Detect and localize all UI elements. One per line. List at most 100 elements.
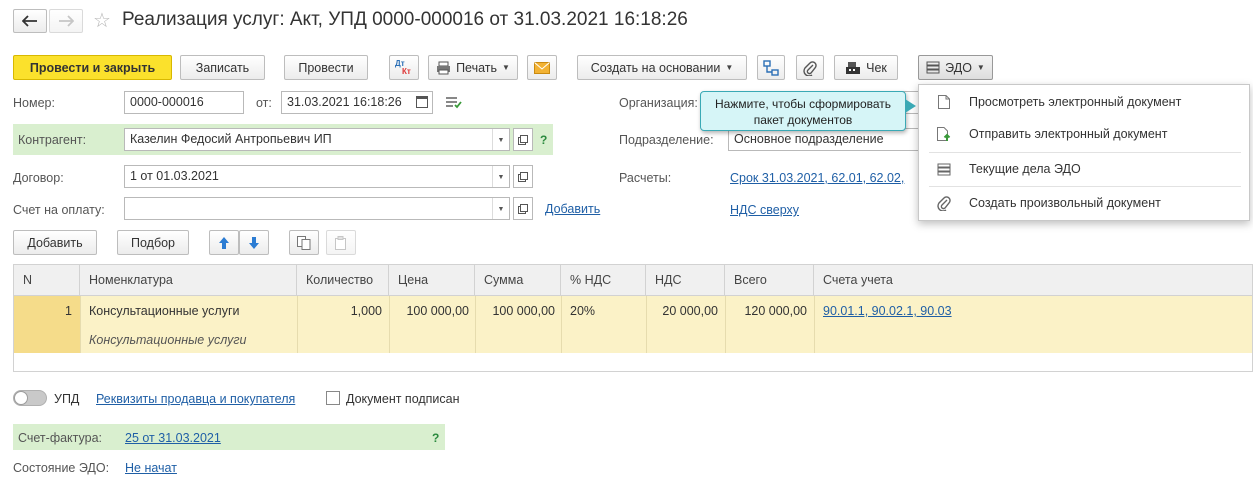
copy-icon	[297, 235, 311, 250]
add-invoice-link[interactable]: Добавить	[545, 202, 600, 216]
paste-icon	[335, 235, 346, 250]
back-button[interactable]	[13, 9, 47, 33]
requisites-link[interactable]: Реквизиты продавца и покупателя	[96, 392, 295, 406]
invoice-label: Счет-фактура:	[18, 431, 103, 445]
help-icon[interactable]: ?	[540, 133, 547, 147]
printer-icon	[437, 61, 451, 74]
attach-button[interactable]	[796, 55, 824, 80]
settlements-label: Расчеты:	[619, 171, 672, 185]
subdivision-field[interactable]: Основное подразделение	[728, 128, 918, 151]
paperclip-icon	[803, 60, 817, 76]
column-header[interactable]: Сумма	[475, 265, 561, 295]
upd-toggle[interactable]	[13, 390, 47, 406]
menu-item-send-document[interactable]: Отправить электронный документ	[919, 117, 1249, 151]
tooltip-line-2: пакет документов	[753, 113, 853, 127]
paperclip-icon	[937, 196, 951, 211]
column-header[interactable]: Всего	[725, 265, 814, 295]
total-cell[interactable]: 120 000,00	[725, 304, 807, 318]
document-signed-checkbox[interactable]	[326, 391, 340, 405]
selection-button[interactable]: Подбор	[117, 230, 189, 255]
email-button[interactable]	[527, 55, 557, 80]
chevron-down-icon[interactable]: ▼	[492, 166, 509, 187]
menu-item-view-document[interactable]: Просмотреть электронный документ	[919, 85, 1249, 119]
counterparty-label: Контрагент:	[18, 133, 87, 147]
vat-link[interactable]: НДС сверху	[730, 203, 799, 217]
help-icon[interactable]: ?	[432, 431, 439, 445]
column-header[interactable]: % НДС	[561, 265, 646, 295]
menu-item-edo-tasks[interactable]: Текущие дела ЭДО	[919, 152, 1249, 186]
dt-kt-button[interactable]: Дт Кт	[389, 55, 419, 80]
print-button[interactable]: Печать ▼	[428, 55, 518, 80]
invoice-link[interactable]: 25 от 31.03.2021	[125, 431, 221, 445]
contract-field[interactable]: 1 от 01.03.2021 ▼	[124, 165, 510, 188]
invoice-for-payment-label: Счет на оплату:	[13, 203, 105, 217]
document-signed-label: Документ подписан	[346, 392, 460, 406]
sum-cell[interactable]: 100 000,00	[475, 304, 555, 318]
column-header[interactable]: Цена	[389, 265, 475, 295]
vat-cell[interactable]: 20 000,00	[646, 304, 718, 318]
item-description[interactable]: Консультационные услуги	[89, 333, 246, 347]
number-label: Номер:	[13, 96, 55, 110]
accounts-link[interactable]: 90.01.1, 90.02.1, 90.03	[823, 304, 952, 318]
edo-state-label: Состояние ЭДО:	[13, 461, 110, 475]
contract-open-button[interactable]	[513, 165, 533, 188]
tooltip: Нажмите, чтобы сформировать пакет докуме…	[700, 91, 906, 131]
favorite-star-icon[interactable]: ☆	[93, 8, 111, 33]
post-and-close-button[interactable]: Провести и закрыть	[13, 55, 172, 80]
post-button[interactable]: Провести	[284, 55, 368, 80]
price-cell[interactable]: 100 000,00	[389, 304, 469, 318]
counterparty-open-button[interactable]	[513, 128, 533, 151]
save-button[interactable]: Записать	[180, 55, 265, 80]
cash-register-icon	[846, 61, 861, 74]
add-row-button[interactable]: Добавить	[13, 230, 97, 255]
list-status-icon[interactable]	[446, 96, 462, 112]
create-based-on-button[interactable]: Создать на основании ▼	[577, 55, 747, 80]
table-header: N Номенклатура Количество Цена Сумма % Н…	[13, 264, 1253, 296]
chevron-down-icon[interactable]: ▼	[492, 198, 509, 219]
edo-dropdown-menu: Просмотреть электронный документ Отправи…	[918, 84, 1250, 221]
chevron-down-icon[interactable]: ▼	[492, 129, 509, 150]
quantity-cell[interactable]: 1,000	[297, 304, 382, 318]
structure-button[interactable]	[757, 55, 785, 80]
contract-label: Договор:	[13, 171, 64, 185]
page-title: Реализация услуг: Акт, УПД 0000-000016 о…	[122, 9, 688, 30]
send-document-icon	[937, 126, 951, 141]
hierarchy-icon	[763, 59, 779, 76]
tooltip-line-1: Нажмите, чтобы сформировать	[714, 97, 892, 111]
settlements-link[interactable]: Срок 31.03.2021, 62.01, 62.02,	[730, 171, 904, 185]
copy-button[interactable]	[289, 230, 319, 255]
table-row[interactable]: 1 Консультационные услуги Консультационн…	[13, 296, 1253, 353]
edo-button[interactable]: ЭДО ▼	[918, 55, 993, 80]
calendar-icon[interactable]	[416, 96, 428, 108]
envelope-icon	[534, 61, 550, 74]
column-header[interactable]: N	[14, 265, 80, 295]
column-header[interactable]: Количество	[297, 265, 389, 295]
arrow-down-icon	[249, 236, 259, 249]
paste-button[interactable]	[326, 230, 356, 255]
counterparty-field[interactable]: Казелин Федосий Антропьевич ИП ▼	[124, 128, 510, 151]
tooltip-arrow	[905, 99, 916, 113]
chevron-down-icon: ▼	[502, 63, 510, 72]
menu-item-create-document[interactable]: Создать произвольный документ	[919, 186, 1249, 220]
number-field[interactable]: 0000-000016	[124, 91, 244, 114]
arrow-up-icon	[219, 236, 229, 249]
invoice-open-button[interactable]	[513, 197, 533, 220]
date-field[interactable]: 31.03.2021 16:18:26	[281, 91, 433, 114]
edo-state-link[interactable]: Не начат	[125, 461, 177, 475]
chevron-down-icon: ▼	[725, 63, 734, 72]
chevron-down-icon: ▼	[976, 63, 985, 72]
arrow-right-icon	[59, 15, 74, 27]
document-icon	[938, 95, 950, 109]
move-down-button[interactable]	[239, 230, 269, 255]
invoice-for-payment-field[interactable]: ▼	[124, 197, 510, 220]
item-name[interactable]: Консультационные услуги	[89, 304, 239, 318]
column-header[interactable]: Счета учета	[814, 265, 1252, 295]
column-header[interactable]: НДС	[646, 265, 725, 295]
toggle-knob	[14, 391, 28, 405]
vat-rate-cell[interactable]: 20%	[570, 304, 595, 318]
check-button[interactable]: Чек	[834, 55, 898, 80]
upd-label: УПД	[54, 392, 80, 406]
move-up-button[interactable]	[209, 230, 239, 255]
column-header[interactable]: Номенклатура	[80, 265, 297, 295]
forward-button[interactable]	[49, 9, 83, 33]
